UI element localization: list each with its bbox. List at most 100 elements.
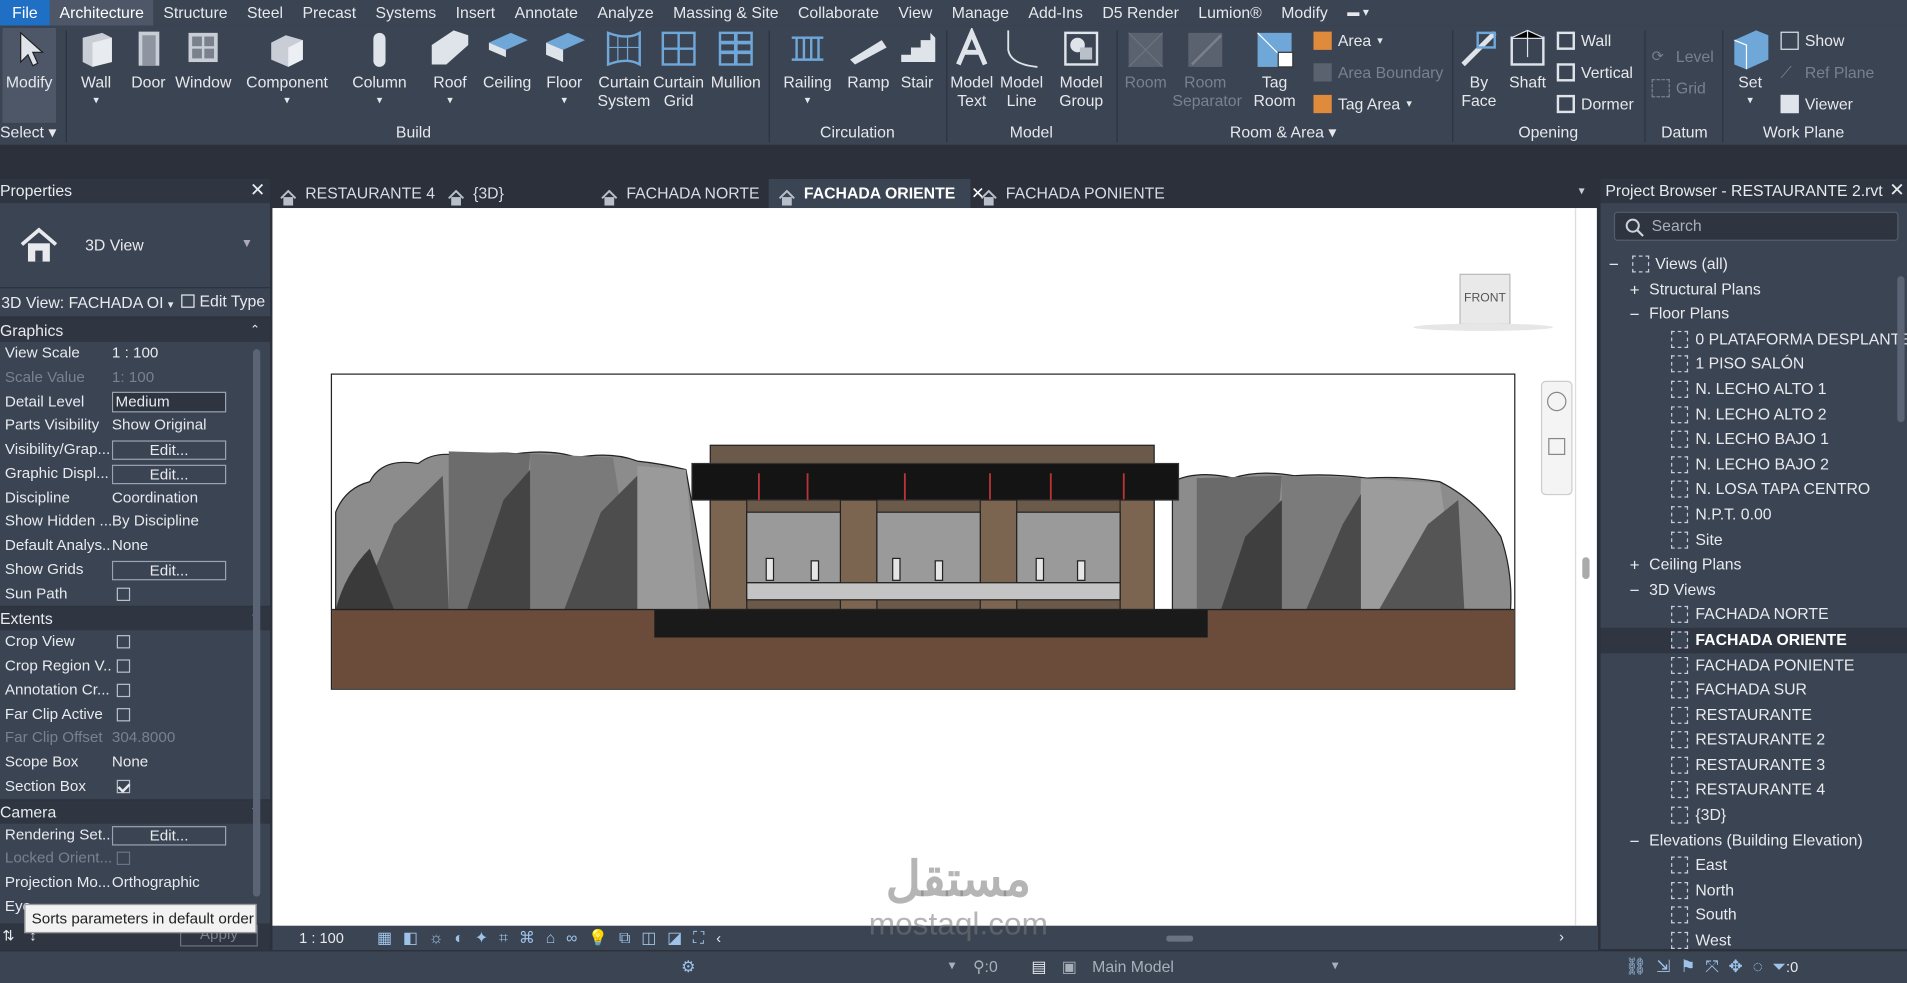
close-icon[interactable]: ✕ <box>1889 179 1904 203</box>
crop-view-icon[interactable]: ⌗ <box>499 928 508 947</box>
tab-fachada-norte[interactable]: FACHADA NORTE <box>591 179 769 208</box>
menu-massing-site[interactable]: Massing & Site <box>663 0 788 26</box>
tag-area-button[interactable]: Tag Area ▾ <box>1313 94 1412 114</box>
shadows-icon[interactable]: ◐ <box>454 928 464 947</box>
scroll-left-icon[interactable]: ‹ <box>716 929 721 946</box>
tab-3d[interactable]: {3D} <box>438 179 591 208</box>
collapse-icon[interactable]: − <box>1627 828 1642 853</box>
tab-restaurante-4[interactable]: RESTAURANTE 4 <box>270 179 438 208</box>
visual-style-icon[interactable]: ◧ <box>403 928 418 947</box>
browser-view-item[interactable]: RESTAURANTE 2 <box>1601 728 1907 753</box>
edit-button[interactable]: Edit... <box>111 440 227 460</box>
browser-view-item[interactable]: East <box>1601 853 1907 878</box>
property-value[interactable] <box>112 775 229 799</box>
shaft-button[interactable]: Shaft <box>1506 28 1550 91</box>
select-by-face-icon[interactable]: ⤧ <box>1705 956 1719 977</box>
sort-icon[interactable]: ⇅ <box>2 927 14 944</box>
property-value[interactable]: Edit... <box>111 438 229 462</box>
column-button[interactable]: Column ▾ <box>350 28 408 110</box>
menu-architecture[interactable]: Architecture <box>49 0 154 26</box>
select-links-icon[interactable]: ⛓ <box>1625 956 1647 977</box>
property-value[interactable]: Edit... <box>111 462 229 486</box>
show-workplane-button[interactable]: Show <box>1780 31 1844 50</box>
menu-modify[interactable]: Modify <box>1272 0 1338 26</box>
detail-level-field[interactable]: Medium <box>111 391 227 412</box>
mullion-button[interactable]: Mullion <box>708 28 764 91</box>
browser-view-item[interactable]: 1 PISO SALÓN <box>1601 352 1907 377</box>
edit-button[interactable]: Edit... <box>111 560 227 581</box>
property-value[interactable]: Edit... <box>111 823 229 847</box>
tab-fachada-poniente[interactable]: FACHADA PONIENTE <box>971 179 1165 208</box>
property-value[interactable] <box>112 679 229 703</box>
menu-lumion[interactable]: Lumion® <box>1189 0 1272 26</box>
browser-view-item[interactable]: Site <box>1601 527 1907 552</box>
browser-view-item[interactable]: N. LECHO ALTO 2 <box>1601 402 1907 427</box>
property-value[interactable]: None <box>112 751 229 775</box>
ramp-button[interactable]: Ramp <box>844 28 893 91</box>
select-underlay-icon[interactable]: ⇲ <box>1656 956 1670 977</box>
browser-category[interactable]: −3D Views <box>1601 578 1907 603</box>
menu-annotate[interactable]: Annotate <box>505 0 588 26</box>
model-dropdown-icon[interactable]: ▾ <box>1332 957 1339 974</box>
browser-view-item[interactable]: North <box>1601 878 1907 903</box>
reveal-hidden-icon[interactable]: 💡 <box>588 928 608 947</box>
wall-button[interactable]: Wall ▾ <box>73 28 119 110</box>
view-scale[interactable]: 1 : 100 <box>299 929 372 946</box>
close-icon[interactable]: ✕ <box>250 179 265 203</box>
curtain-grid-button[interactable]: Curtain Grid <box>653 28 704 110</box>
property-value[interactable]: Orthographic <box>112 871 229 895</box>
browser-scrollbar[interactable] <box>1897 276 1905 423</box>
browser-view-item[interactable]: FACHADA NORTE <box>1601 603 1907 628</box>
property-value[interactable]: 304.8000 <box>112 727 229 751</box>
zoom-icon[interactable] <box>1548 437 1566 456</box>
property-checkbox[interactable] <box>116 635 131 649</box>
detail-level-icon[interactable]: ▦ <box>377 928 392 947</box>
crop-region-icon[interactable]: ⌘ <box>519 928 535 947</box>
property-value[interactable]: 1 : 100 <box>112 342 229 366</box>
lock-view-icon[interactable]: ⌂ <box>546 928 556 947</box>
property-checkbox[interactable] <box>116 851 131 866</box>
select-pinned-icon[interactable]: ⚑ <box>1680 956 1695 977</box>
grid-button[interactable]: Grid <box>1651 79 1706 98</box>
property-value[interactable] <box>112 631 229 655</box>
browser-view-item[interactable]: {3D} <box>1601 803 1907 828</box>
property-value[interactable] <box>112 582 229 606</box>
edit-button[interactable]: Edit... <box>111 825 227 845</box>
browser-view-item[interactable]: RESTAURANTE 3 <box>1601 753 1907 778</box>
set-button[interactable]: Set ▾ <box>1727 28 1773 110</box>
area-boundary-button[interactable]: Area Boundary <box>1313 63 1443 82</box>
rendering-icon[interactable]: ✦ <box>475 928 488 947</box>
expand-icon[interactable]: + <box>1627 277 1642 302</box>
room-button[interactable]: Room <box>1121 28 1170 91</box>
drag-on-selection-icon[interactable]: ✥ <box>1729 956 1743 977</box>
viewcube-compass[interactable] <box>1413 323 1554 331</box>
model-line-button[interactable]: Model Line <box>997 28 1046 110</box>
group-camera[interactable]: Camera⌃ <box>0 798 270 824</box>
property-value[interactable]: None <box>112 534 229 558</box>
menu-file[interactable]: File <box>0 0 50 26</box>
property-value[interactable]: 1: 100 <box>112 366 229 390</box>
chevron-down-icon[interactable]: ▼ <box>241 237 253 250</box>
browser-category[interactable]: − Floor Plans <box>1601 302 1907 327</box>
browser-view-item[interactable]: N. LECHO BAJO 1 <box>1601 427 1907 452</box>
property-checkbox[interactable] <box>116 587 131 601</box>
group-extents[interactable]: Extents⌃ <box>0 606 270 631</box>
ceiling-button[interactable]: Ceiling <box>479 28 535 91</box>
scroll-right-icon[interactable]: › <box>1559 928 1564 945</box>
floor-button[interactable]: Floor ▾ <box>540 28 589 110</box>
area-button[interactable]: Area ▾ <box>1313 31 1383 50</box>
canvas-scrollbar[interactable] <box>1574 208 1597 926</box>
property-checkbox[interactable] <box>116 659 131 673</box>
room-separator-button[interactable]: Room Separator <box>1172 28 1242 110</box>
filter-icon[interactable]: ⏷:0 <box>1772 956 1798 977</box>
menu-systems[interactable]: Systems <box>366 0 446 26</box>
drawing-canvas[interactable]: FRONT <box>272 208 1575 926</box>
property-value[interactable] <box>112 847 229 871</box>
model-text-button[interactable]: Model Text <box>947 26 996 110</box>
menu-structure[interactable]: Structure <box>154 0 238 26</box>
tag-room-button[interactable]: Tag Room <box>1250 28 1299 110</box>
worksets-icon[interactable]: ⚙ <box>681 957 695 976</box>
menu-collaborate[interactable]: Collaborate <box>788 0 888 26</box>
type-selector[interactable]: 3D View ▼ <box>0 203 270 289</box>
temp-view-props-icon[interactable]: ⧉ <box>619 928 630 947</box>
